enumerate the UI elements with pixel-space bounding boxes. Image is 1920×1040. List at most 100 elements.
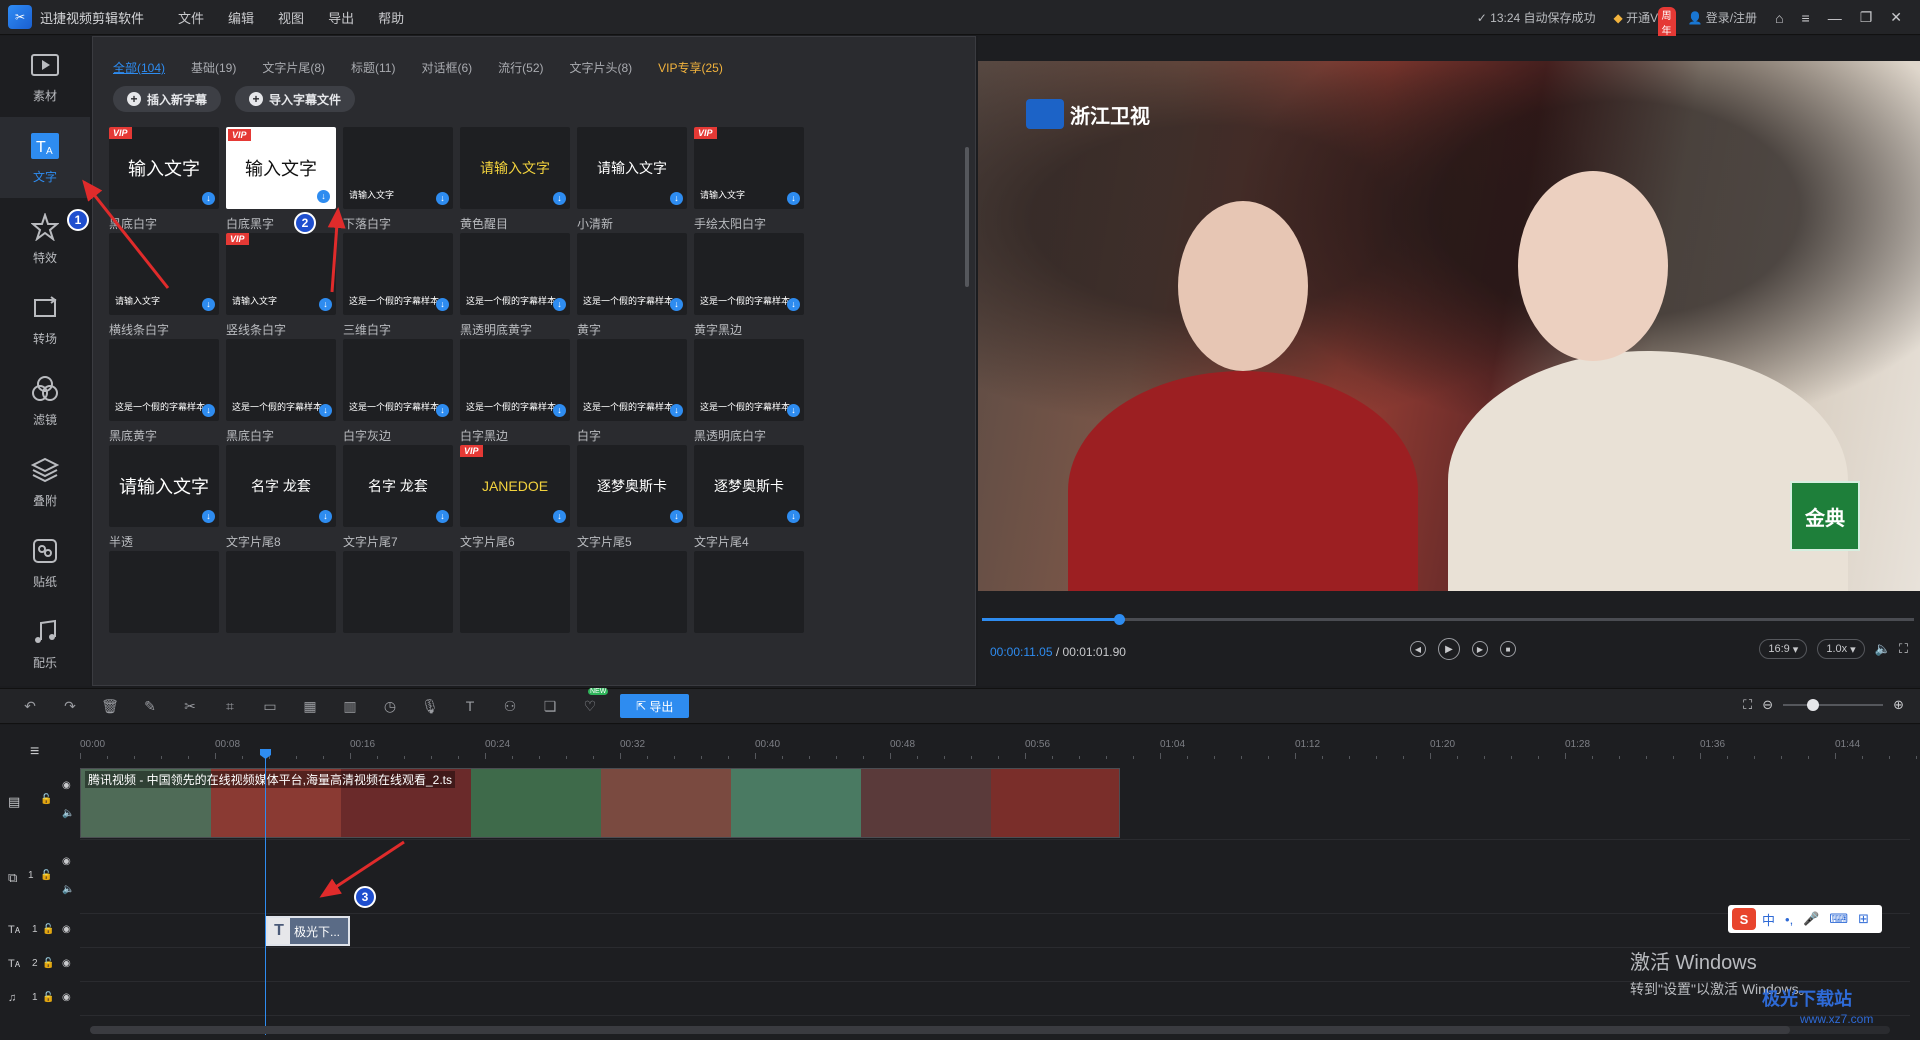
speed-select[interactable]: 1.0x ▾ — [1817, 639, 1865, 659]
menu-export[interactable]: 导出 — [328, 8, 354, 27]
minimize-icon[interactable]: — — [1828, 10, 1842, 26]
clock-icon[interactable]: ◷ — [380, 696, 400, 716]
lock-icon[interactable]: 🔓 — [42, 958, 54, 969]
tab-title[interactable]: 标题(11) — [351, 59, 395, 76]
subtitle-template-thumbnail[interactable] — [343, 551, 453, 633]
playhead[interactable] — [260, 749, 271, 1035]
subtitle-template-card[interactable]: 请输入文字 VIP ↓ 手绘太阳白字 — [694, 127, 804, 232]
subtitle-template-card[interactable] — [460, 551, 570, 633]
subtitle-template-card[interactable]: 这是一个假的字幕样本 ↓ 白字灰边 — [343, 339, 453, 444]
menu-view[interactable]: 视图 — [278, 8, 304, 27]
menu-edit[interactable]: 编辑 — [228, 8, 254, 27]
eye-icon[interactable]: ◉ — [62, 780, 71, 791]
subtitle-template-thumbnail[interactable]: 请输入文字 ↓ — [109, 445, 219, 527]
download-icon[interactable]: ↓ — [202, 510, 215, 523]
ime-keyboard-icon[interactable]: ⌨ — [1829, 911, 1848, 927]
subtitle-template-thumbnail[interactable] — [460, 551, 570, 633]
fit-icon[interactable]: ⛶ — [1743, 697, 1752, 713]
subtitle-template-card[interactable]: 名字 龙套 ↓ 文字片尾7 — [343, 445, 453, 550]
subtitle-template-thumbnail[interactable]: 输入文字 VIP ↓ — [109, 127, 219, 209]
tab-text-ending[interactable]: 文字片尾(8) — [262, 59, 325, 76]
subtitle-template-card[interactable]: 输入文字 VIP ↓ 黑底白字 — [109, 127, 219, 232]
tab-text-opening[interactable]: 文字片头(8) — [570, 59, 633, 76]
subtitle-template-card[interactable]: 这是一个假的字幕样本 ↓ 黄字黑边 — [694, 233, 804, 338]
subtitle-template-thumbnail[interactable]: 这是一个假的字幕样本 ↓ — [694, 339, 804, 421]
delete-icon[interactable]: 🗑 — [100, 696, 120, 716]
subtitle-template-thumbnail[interactable]: 逐梦奥斯卡 ↓ — [694, 445, 804, 527]
subtitle-template-card[interactable]: 这是一个假的字幕样本 ↓ 黑底黄字 — [109, 339, 219, 444]
subtitle-template-card[interactable]: 这是一个假的字幕样本 ↓ 白字黑边 — [460, 339, 570, 444]
subtitle-template-card[interactable]: 请输入文字 ↓ 下落白字 — [343, 127, 453, 232]
subtitle-template-card[interactable]: 请输入文字 ↓ 黄色醒目 — [460, 127, 570, 232]
download-icon[interactable]: ↓ — [202, 404, 215, 417]
tab-basic[interactable]: 基础(19) — [191, 59, 236, 76]
subtitle-template-card[interactable]: 这是一个假的字幕样本 ↓ 黑透明底白字 — [694, 339, 804, 444]
subtitle-template-thumbnail[interactable]: 输入文字 VIP ↓ — [226, 127, 336, 209]
subtitle-template-thumbnail[interactable]: 这是一个假的字幕样本 ↓ — [109, 339, 219, 421]
lock-icon[interactable]: 🔓 — [42, 924, 54, 935]
timeline-scrollbar[interactable] — [90, 1026, 1890, 1034]
subtitle-template-thumbnail[interactable]: 这是一个假的字幕样本 ↓ — [343, 233, 453, 315]
subtitle-template-thumbnail[interactable]: 请输入文字 ↓ — [577, 127, 687, 209]
subtitle-template-thumbnail[interactable]: 这是一个假的字幕样本 ↓ — [343, 339, 453, 421]
time-ruler[interactable]: 00:00 00:08 00:16 00:24 00:32 00:40 00:48 00:56… — [80, 739, 1917, 759]
subtitle-template-thumbnail[interactable]: 名字 龙套 ↓ — [343, 445, 453, 527]
subtitle-template-thumbnail[interactable]: 请输入文字 ↓ — [343, 127, 453, 209]
tab-dialog[interactable]: 对话框(6) — [421, 59, 472, 76]
subtitle-template-thumbnail[interactable]: 这是一个假的字幕样本 ↓ — [694, 233, 804, 315]
subtitle-template-card[interactable]: 请输入文字 ↓ 小清新 — [577, 127, 687, 232]
subtitle-template-thumbnail[interactable] — [226, 551, 336, 633]
subtitle-template-thumbnail[interactable]: 这是一个假的字幕样本 ↓ — [226, 339, 336, 421]
export-button[interactable]: ⇱ 导出 — [620, 694, 690, 718]
zoom-out-icon[interactable]: ⊖ — [1762, 697, 1773, 713]
download-icon[interactable]: ↓ — [553, 192, 566, 205]
sidebar-item-transition[interactable]: 转场 — [0, 279, 90, 360]
download-icon[interactable]: ↓ — [670, 192, 683, 205]
volume-icon[interactable]: 🔈 — [1875, 641, 1891, 657]
import-subtitle-button[interactable]: + 导入字幕文件 — [235, 86, 356, 112]
subtitle-template-card[interactable]: 这是一个假的字幕样本 ↓ 黄字 — [577, 233, 687, 338]
download-icon[interactable]: ↓ — [319, 298, 332, 311]
login-button[interactable]: 👤 登录/注册 — [1687, 9, 1757, 26]
progress-handle[interactable] — [1114, 614, 1125, 625]
subtitle-template-thumbnail[interactable]: 这是一个假的字幕样本 ↓ — [460, 339, 570, 421]
subtitle-template-thumbnail[interactable]: 请输入文字 VIP ↓ — [694, 127, 804, 209]
download-icon[interactable]: ↓ — [787, 510, 800, 523]
fullscreen-icon[interactable]: ⛶ — [1899, 641, 1908, 657]
download-icon[interactable]: ↓ — [553, 510, 566, 523]
subtitle-template-thumbnail[interactable]: 这是一个假的字幕样本 ↓ — [577, 233, 687, 315]
ime-punct[interactable]: •, — [1785, 912, 1793, 927]
subtitle-template-card[interactable]: 这是一个假的字幕样本 ↓ 黑底白字 — [226, 339, 336, 444]
subtitle-template-thumbnail[interactable]: 名字 龙套 ↓ — [226, 445, 336, 527]
vip-button[interactable]: ◆ 开通VIP周年大促 — [1614, 7, 1676, 67]
subtitle-template-thumbnail[interactable]: 请输入文字 ↓ — [109, 233, 219, 315]
hamburger-menu-icon[interactable]: ≡ — [1802, 10, 1810, 26]
subtitle-template-card[interactable]: 请输入文字 ↓ 半透 — [109, 445, 219, 550]
subtitle-template-card[interactable]: 请输入文字 ↓ 横线条白字 — [109, 233, 219, 338]
edit-icon[interactable]: ✎ — [140, 696, 160, 716]
subtitle-template-thumbnail[interactable] — [577, 551, 687, 633]
subtitle-template-card[interactable]: 输入文字 VIP ↓ 白底黑字 — [226, 127, 336, 232]
crop-icon[interactable]: ⌗ — [220, 696, 240, 716]
sidebar-item-media[interactable]: 素材 — [0, 36, 90, 117]
play-icon[interactable]: ▶ — [1438, 638, 1460, 660]
subtitle-template-card[interactable]: 名字 龙套 ↓ 文字片尾8 — [226, 445, 336, 550]
zoom-in-icon[interactable]: ⊕ — [1893, 697, 1904, 713]
subtitle-template-thumbnail[interactable]: 这是一个假的字幕样本 ↓ — [577, 339, 687, 421]
eye-icon[interactable]: ◉ — [62, 856, 71, 867]
zoom-slider[interactable] — [1783, 699, 1884, 711]
download-icon[interactable]: ↓ — [436, 510, 449, 523]
audio-icon[interactable]: 🔈 — [62, 884, 74, 895]
stop-icon[interactable]: ■ — [1500, 641, 1516, 657]
download-icon[interactable]: ↓ — [436, 404, 449, 417]
prev-frame-icon[interactable]: ◀ — [1410, 641, 1426, 657]
playback-progress[interactable] — [982, 614, 1914, 625]
library-scrollbar[interactable] — [965, 127, 971, 677]
sidebar-item-music[interactable]: 配乐 — [0, 603, 90, 684]
sidebar-item-text[interactable]: TA 文字 — [0, 117, 90, 198]
ime-voice-icon[interactable]: 🎤 — [1803, 911, 1819, 927]
subtitle-template-thumbnail[interactable]: JANEDOE VIP ↓ — [460, 445, 570, 527]
subtitle-template-thumbnail[interactable]: 逐梦奥斯卡 ↓ — [577, 445, 687, 527]
ime-grid-icon[interactable]: ⊞ — [1858, 911, 1869, 927]
sidebar-item-filter[interactable]: 滤镜 — [0, 360, 90, 441]
